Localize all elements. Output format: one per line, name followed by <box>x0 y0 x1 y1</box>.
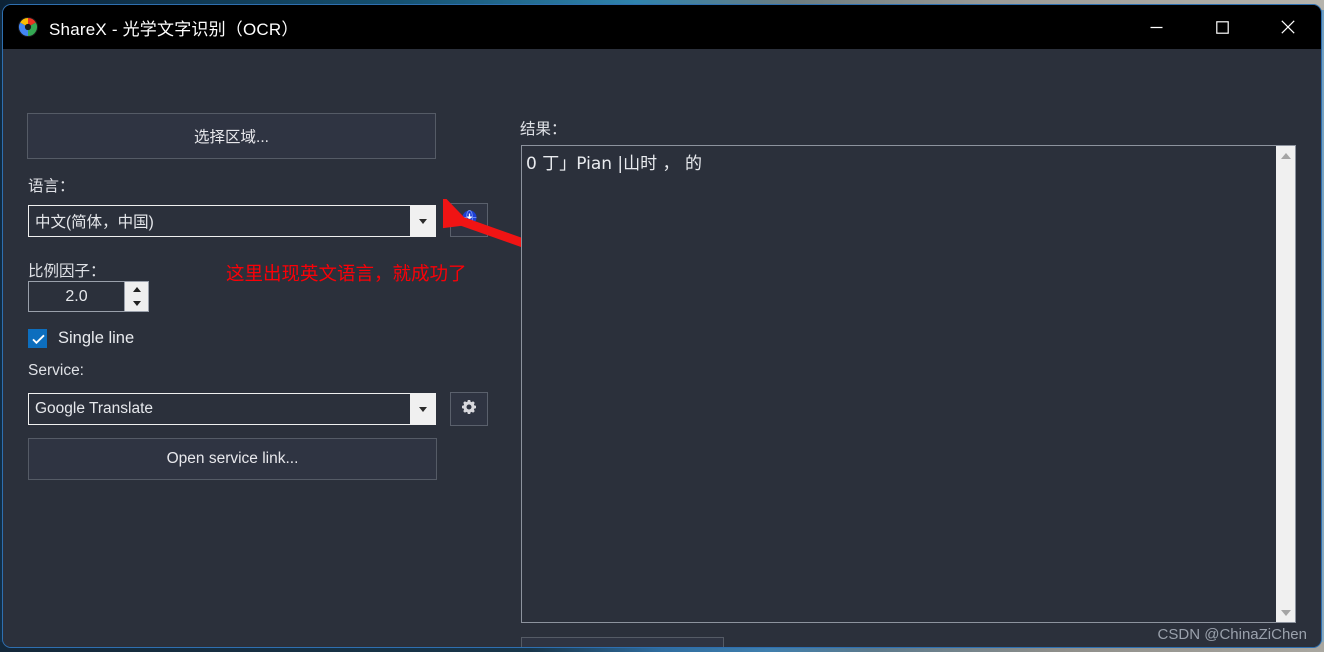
close-icon[interactable] <box>1255 5 1321 49</box>
client-area: 选择区域... 语言： 中文(简体，中国) 比例因子： 2.0 Single l… <box>3 49 1321 647</box>
result-text-content[interactable]: 0 丁」Pian |山时 ， 的 <box>522 146 1276 622</box>
left-settings-pane: 选择区域... 语言： 中文(简体，中国) 比例因子： 2.0 Single l… <box>3 49 621 647</box>
globe-download-icon <box>461 209 478 231</box>
service-label: Service: <box>28 362 84 379</box>
language-combobox-value: 中文(简体，中国) <box>35 214 154 231</box>
service-settings-button[interactable] <box>450 392 488 426</box>
copy-all-button[interactable]: Copy all <box>521 637 724 647</box>
gear-icon <box>461 399 477 420</box>
watermark: CSDN @ChinaZiChen <box>1157 626 1307 643</box>
single-line-label: Single line <box>58 329 135 347</box>
scale-factor-stepper[interactable]: 2.0 <box>28 281 149 312</box>
single-line-checkbox-row[interactable]: Single line <box>28 329 134 348</box>
title-bar[interactable]: ShareX - 光学文字识别（OCR） <box>3 5 1321 49</box>
scale-factor-label: 比例因子： <box>28 263 106 280</box>
chevron-down-icon[interactable] <box>410 206 435 236</box>
spinner-down-icon[interactable] <box>125 296 148 311</box>
open-service-link-button[interactable]: Open service link... <box>28 438 437 480</box>
window-title: ShareX - 光学文字识别（OCR） <box>49 19 299 39</box>
result-label: 结果： <box>520 121 567 138</box>
scroll-down-icon[interactable] <box>1276 603 1295 622</box>
single-line-checkbox[interactable] <box>28 329 47 348</box>
service-combobox[interactable]: Google Translate <box>28 393 436 425</box>
chevron-down-icon[interactable] <box>410 394 435 424</box>
result-textbox[interactable]: 0 丁」Pian |山时 ， 的 <box>521 145 1296 623</box>
sharex-logo-icon <box>17 16 39 38</box>
scroll-up-icon[interactable] <box>1276 146 1295 165</box>
maximize-icon[interactable] <box>1189 5 1255 49</box>
sharex-ocr-window: ShareX - 光学文字识别（OCR） 选择区域... 语言： 中文(简体，中… <box>2 4 1322 648</box>
stepper-buttons <box>124 282 148 311</box>
language-download-button[interactable] <box>450 203 488 237</box>
language-label: 语言： <box>28 178 75 195</box>
scale-factor-value[interactable]: 2.0 <box>29 282 124 311</box>
language-combobox[interactable]: 中文(简体，中国) <box>28 205 436 237</box>
service-combobox-value: Google Translate <box>35 400 154 417</box>
select-region-button[interactable]: 选择区域... <box>27 113 436 159</box>
annotation-text: 这里出现英文语言，就成功了 <box>226 264 467 285</box>
result-scrollbar[interactable] <box>1276 146 1295 622</box>
window-controls <box>1123 5 1321 49</box>
minimize-icon[interactable] <box>1123 5 1189 49</box>
spinner-up-icon[interactable] <box>125 282 148 297</box>
